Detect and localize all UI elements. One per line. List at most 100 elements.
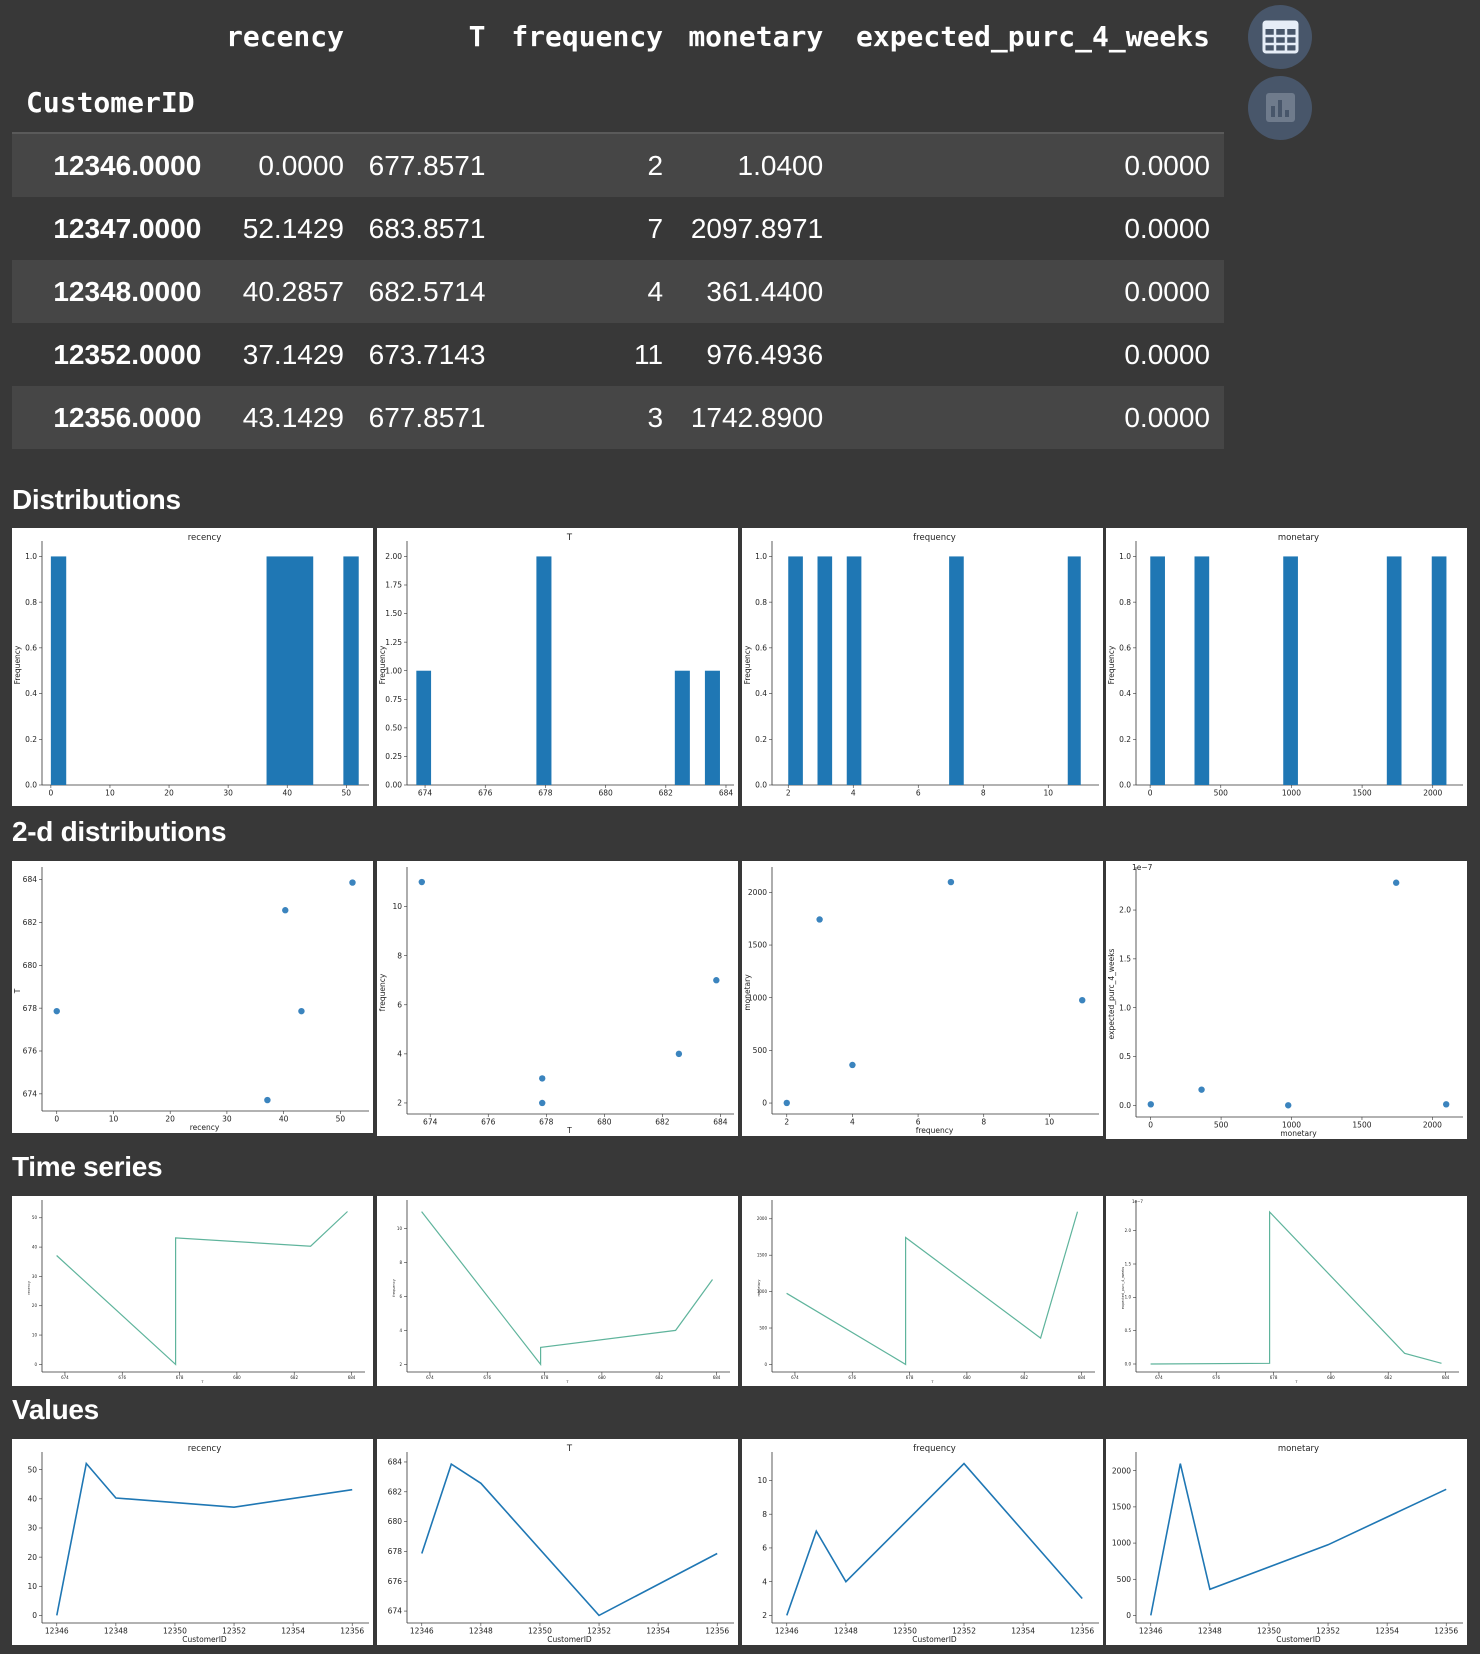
y-tick-label: 680 [23,961,38,970]
x-tick-label: 2 [786,789,791,798]
x-tick-label: 8 [981,1118,986,1127]
scatter-point [1285,1102,1292,1109]
x-tick-label: 684 [1078,1375,1086,1380]
table-cell: 52.1429 [242,212,344,244]
x-tick-label: 500 [1214,789,1229,798]
x-tick-label: 20 [164,789,174,798]
dataframe-table: recency T frequency monetary expected_pu… [12,0,1224,449]
y-tick-label: 0.0 [755,781,767,790]
chart-title: recency [188,533,222,543]
x-tick-label: 682 [655,1118,670,1127]
y-tick-label: 1000 [1112,1539,1131,1548]
x-tick-label: 12354 [1011,1627,1035,1636]
histogram-monetary: 0 500 1000 1500 2000 0.0 0.2 0.4 0.6 0.8 1.0 moneta… [1106,528,1467,806]
x-tick-label: 682 [1020,1375,1028,1380]
y-tick-label: 0.8 [1119,598,1131,607]
x-tick-label: 12356 [340,1627,364,1636]
x-tick-label: 2000 [1423,789,1442,798]
y-tick-label: 1.25 [385,638,402,647]
index-name: CustomerID [26,85,195,119]
table-cell: 682.5714 [368,275,486,307]
x-tick-label: 680 [963,1375,971,1380]
y-tick-label: 0.4 [1119,689,1131,698]
x-tick-label: 12356 [705,1627,729,1636]
y-tick-label: 0 [34,1362,37,1367]
table-row: 12348.0000 40.2857 682.5714 4 361.4400 0… [12,260,1224,323]
section-title-distributions: Distributions [12,484,181,515]
scatter-point [349,879,356,886]
x-tick-label: 12356 [1070,1627,1094,1636]
table-cell: 0.0000 [1124,275,1210,307]
x-tick-label: 12354 [1375,1627,1399,1636]
series-line [56,1461,353,1616]
y-tick-label: 0.5 [1119,1052,1131,1061]
series-line [421,1462,718,1617]
y-axis-label: frequency [378,973,387,1011]
histogram-bar [788,556,803,785]
histogram-bar [416,670,432,785]
table-cell: 11 [633,338,664,370]
y-tick-label: 0.0 [1119,1101,1131,1110]
chart-view-button[interactable] [1248,76,1312,140]
y-tick-label: 1.75 [385,581,402,590]
y-tick-label: 4 [399,1328,402,1333]
y-tick-label: 0.8 [755,598,767,607]
y-tick-label: 2000 [757,1216,768,1221]
x-axis-label: monetary [1280,1129,1317,1138]
table-cell: 976.4936 [706,338,824,370]
histogram-bar [1194,556,1210,785]
scatter-point [783,1099,790,1107]
chart-title: monetary [1278,1444,1319,1454]
x-tick-label: 8 [981,789,986,798]
y-axis-label: monetary [757,1280,761,1297]
index-header-row: CustomerID [12,72,1224,133]
table-cell: 1.0400 [737,149,824,181]
x-tick-label: 50 [342,789,352,798]
y-tick-label: 1500 [748,941,767,950]
x-tick-label: 684 [713,1118,728,1127]
histogram-t: 674 676 678 680 682 684 0.00 0.25 0.50 0.75 1.00 1.… [377,528,738,806]
x-tick-label: 680 [598,789,613,798]
histogram-bar [536,556,552,785]
scatter-point [1147,1101,1154,1108]
x-tick-label: 10 [105,789,115,798]
x-axis-label: T [1294,1380,1298,1384]
y-tick-label: 10 [32,1332,38,1337]
y-tick-label: 1.0 [755,552,767,561]
y-axis-label: frequency [392,1279,396,1297]
scatter-point [298,1007,305,1015]
x-tick-label: 6 [916,789,921,798]
y-tick-label: 0.8 [25,598,37,607]
y-tick-label: 0.0 [1125,1361,1132,1366]
series-line [786,1462,1083,1616]
header-corner [12,0,215,72]
y-tick-label: 0.0 [25,781,37,790]
histogram-bar [1283,556,1298,785]
x-tick-label: 676 [1212,1375,1220,1380]
y-offset-label: 1e−7 [1132,1199,1143,1204]
column-header: recency [225,19,344,53]
y-axis-label: T [13,988,22,994]
y-tick-label: 30 [27,1524,37,1533]
histogram-bar [1150,556,1165,785]
y-tick-label: 4 [397,1049,402,1058]
x-tick-label: 678 [541,1375,549,1380]
y-tick-label: 674 [388,1607,403,1616]
y-axis-label: expected_purc_4_weeks [1107,948,1116,1039]
y-tick-label: 10 [392,902,402,911]
x-tick-label: 40 [282,789,292,798]
y-tick-label: 6 [762,1544,767,1553]
y-tick-label: 0.2 [25,735,37,744]
values-t: 12346 12348 12350 12352 12354 12356 674 676 678 6… [377,1439,738,1645]
y-tick-label: 1.5 [1119,954,1131,963]
y-tick-label: 2.0 [1125,1228,1132,1233]
table-view-button[interactable] [1248,5,1312,69]
table-cell: 0.0000 [258,149,344,181]
y-tick-label: 682 [388,1487,403,1496]
table-cell: 1742.8900 [690,401,824,433]
table-row: 12347.0000 52.1429 683.8571 7 2097.8971 … [12,197,1224,260]
row-index: 12356.0000 [53,401,202,433]
y-tick-label: 0.4 [755,689,767,698]
y-tick-label: 20 [27,1553,37,1562]
table-cell: 40.2857 [242,275,344,307]
